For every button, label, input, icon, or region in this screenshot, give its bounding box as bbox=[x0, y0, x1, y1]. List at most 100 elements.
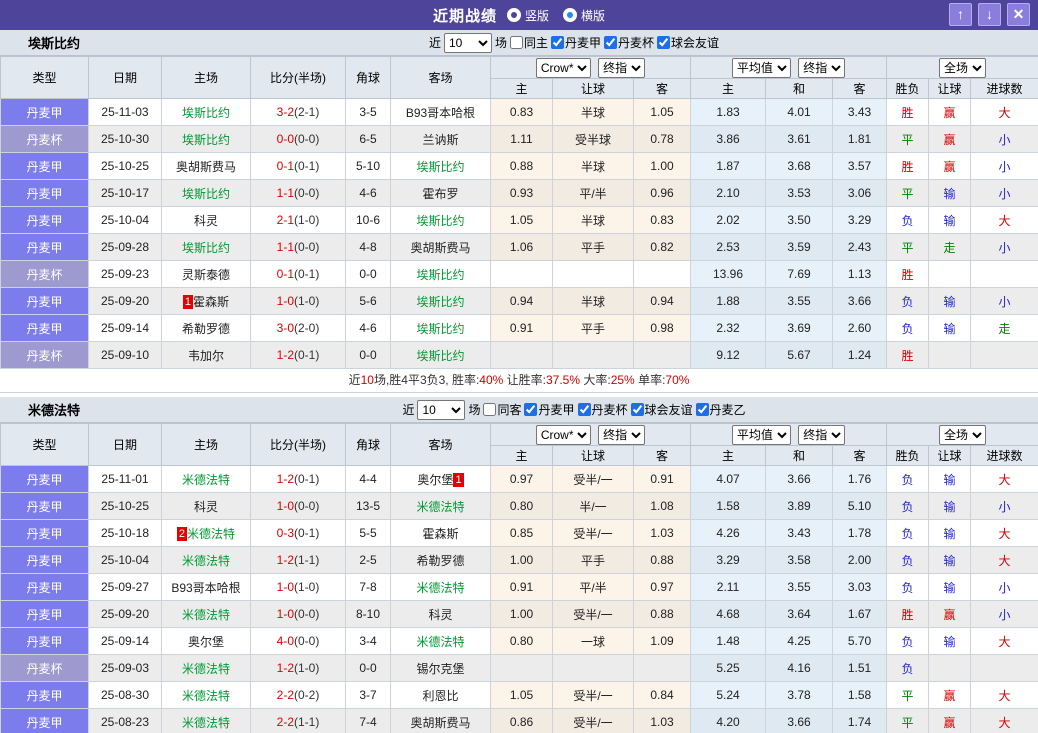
league-filter[interactable]: 球会友谊 bbox=[630, 401, 693, 418]
match-row: 丹麦甲 25-09-20 米德法特 1-0(0-0) 8-10 科灵 1.00 受半/一 0.8… bbox=[0, 600, 1038, 628]
score-cell: 1-2(1-0) bbox=[250, 654, 346, 682]
away-team-cell: 霍森斯 bbox=[390, 519, 491, 547]
avg-draw-odds-cell: 3.55 bbox=[765, 287, 834, 315]
recent-count-select[interactable]: 10 bbox=[417, 399, 466, 420]
crow-away-odds-cell: 1.05 bbox=[632, 98, 692, 126]
team-name: 米德法特 bbox=[416, 499, 465, 514]
same-venue-checkbox[interactable] bbox=[483, 403, 497, 416]
avg-home-odds-cell: 4.07 bbox=[690, 465, 767, 493]
league-filter[interactable]: 丹麦乙 bbox=[695, 401, 746, 418]
league-filter[interactable]: 丹麦甲 bbox=[524, 401, 575, 418]
corners-cell: 10-6 bbox=[345, 206, 391, 234]
same-venue-filter[interactable]: 同客 bbox=[483, 401, 521, 418]
average-stage-select[interactable]: 终指 bbox=[798, 424, 846, 445]
corners-cell: 0-0 bbox=[345, 260, 391, 288]
move-down-button[interactable]: ↓ bbox=[978, 3, 1001, 26]
average-select[interactable]: 平均值 bbox=[731, 57, 791, 78]
recent-count-select[interactable]: 10 bbox=[443, 32, 492, 53]
crow-home-odds-cell: 0.97 bbox=[490, 465, 553, 493]
league-checkbox[interactable] bbox=[577, 403, 591, 416]
league-filter[interactable]: 丹麦甲 bbox=[551, 34, 601, 51]
date-cell: 25-11-01 bbox=[88, 465, 162, 493]
scope-select-group: 全场 bbox=[886, 423, 1038, 446]
crow-away-odds-cell: 0.88 bbox=[632, 546, 692, 574]
vertical-layout-radio[interactable]: 竖版 bbox=[506, 7, 549, 24]
radio-selected-icon[interactable] bbox=[563, 8, 577, 22]
col-avg-away: 客 bbox=[832, 445, 888, 466]
league-checkbox[interactable] bbox=[695, 403, 709, 416]
match-row: 丹麦杯 25-09-03 米德法特 1-2(1-0) 0-0 锡尔克堡 5.25 4.16 1.… bbox=[0, 654, 1038, 682]
league-checkbox[interactable] bbox=[524, 403, 538, 416]
average-stage-select[interactable]: 终指 bbox=[798, 57, 846, 78]
move-up-button[interactable]: ↑ bbox=[949, 3, 972, 26]
average-select-group: 平均值 终指 bbox=[690, 423, 888, 446]
team-section-2: 米德法特 近 10 场同客 丹麦甲 丹麦杯 球会友谊 丹麦乙 类型 日期 主场 比分(半场)… bbox=[0, 397, 1038, 733]
league-cell: 丹麦甲 bbox=[0, 600, 89, 628]
avg-away-odds-cell: 3.29 bbox=[832, 206, 888, 234]
home-team-cell: 科灵 bbox=[161, 206, 251, 234]
crow-away-odds-cell bbox=[632, 260, 692, 288]
score-cell: 0-3(0-1) bbox=[250, 519, 346, 547]
avg-draw-odds-cell: 3.69 bbox=[765, 314, 834, 342]
bookmaker-select[interactable]: Crow* bbox=[535, 57, 591, 78]
league-cell: 丹麦甲 bbox=[0, 98, 89, 126]
odds-stage-select[interactable]: 终指 bbox=[598, 424, 646, 445]
score-cell: 0-0(0-0) bbox=[250, 125, 346, 153]
average-select[interactable]: 平均值 bbox=[731, 424, 791, 445]
home-team-cell: 2 米德法特 bbox=[161, 519, 251, 547]
team-name: 灵斯泰德 bbox=[181, 267, 230, 282]
corners-cell: 7-8 bbox=[345, 573, 391, 601]
bookmaker-select[interactable]: Crow* bbox=[535, 424, 591, 445]
scope-select[interactable]: 全场 bbox=[939, 57, 987, 78]
crow-handicap-cell bbox=[552, 654, 634, 682]
close-button[interactable]: ✕ bbox=[1007, 3, 1030, 26]
horizontal-layout-label[interactable]: 横版 bbox=[581, 7, 605, 24]
away-team-cell: 埃斯比约 bbox=[390, 260, 491, 288]
corners-cell: 4-4 bbox=[345, 465, 391, 493]
league-filter[interactable]: 丹麦杯 bbox=[604, 34, 654, 51]
league-checkbox[interactable] bbox=[630, 403, 644, 416]
date-cell: 25-10-04 bbox=[88, 546, 162, 574]
col-type: 类型 bbox=[0, 56, 89, 99]
league-cell: 丹麦甲 bbox=[0, 179, 89, 207]
home-team-cell: 科灵 bbox=[161, 492, 251, 520]
away-team-cell: 利恩比 bbox=[390, 681, 491, 709]
team-name: 奥胡斯费马 bbox=[410, 240, 471, 255]
vertical-layout-label[interactable]: 竖版 bbox=[525, 7, 549, 24]
league-filter-label: 球会友谊 bbox=[644, 403, 693, 417]
away-team-cell: B93哥本哈根 bbox=[390, 98, 491, 126]
col-home: 主场 bbox=[161, 423, 251, 466]
corners-cell: 8-10 bbox=[345, 600, 391, 628]
col-avg-away: 客 bbox=[832, 78, 888, 99]
crow-handicap-cell: 受半/一 bbox=[552, 708, 634, 733]
same-venue-filter[interactable]: 同主 bbox=[509, 34, 548, 51]
league-filter[interactable]: 球会友谊 bbox=[657, 34, 719, 51]
avg-draw-odds-cell: 3.64 bbox=[765, 600, 834, 628]
crow-home-odds-cell bbox=[490, 341, 553, 369]
away-team-cell: 埃斯比约 bbox=[390, 287, 491, 315]
summary-segment: 37.5% bbox=[546, 373, 581, 387]
horizontal-layout-radio[interactable]: 横版 bbox=[563, 7, 605, 24]
team-name: 霍森斯 bbox=[422, 526, 459, 541]
match-row: 丹麦杯 25-10-30 埃斯比约 0-0(0-0) 6-5 兰讷斯 1.11 受半球 0.78… bbox=[0, 125, 1038, 153]
radio-icon[interactable] bbox=[506, 8, 521, 22]
col-away: 客场 bbox=[390, 56, 491, 99]
team-name: 希勒罗德 bbox=[181, 321, 230, 336]
league-checkbox[interactable] bbox=[551, 36, 564, 49]
odds-stage-select[interactable]: 终指 bbox=[598, 57, 646, 78]
crow-handicap-cell bbox=[552, 260, 634, 288]
crow-away-odds-cell: 0.84 bbox=[632, 681, 692, 709]
team-name: 霍森斯 bbox=[193, 294, 230, 309]
scope-select[interactable]: 全场 bbox=[939, 424, 987, 445]
league-filter-label: 球会友谊 bbox=[671, 36, 720, 50]
league-checkbox[interactable] bbox=[657, 36, 671, 49]
team-name: 埃斯比约 bbox=[181, 105, 230, 120]
league-cell: 丹麦甲 bbox=[0, 681, 89, 709]
corners-cell: 3-4 bbox=[345, 627, 391, 655]
league-checkbox[interactable] bbox=[604, 36, 618, 49]
crow-handicap-cell: 受半/一 bbox=[552, 681, 634, 709]
handicap-result-cell: 赢 bbox=[928, 125, 972, 153]
same-venue-checkbox[interactable] bbox=[509, 36, 523, 49]
league-filter[interactable]: 丹麦杯 bbox=[577, 401, 628, 418]
goals-result-cell: 大 bbox=[970, 465, 1038, 493]
